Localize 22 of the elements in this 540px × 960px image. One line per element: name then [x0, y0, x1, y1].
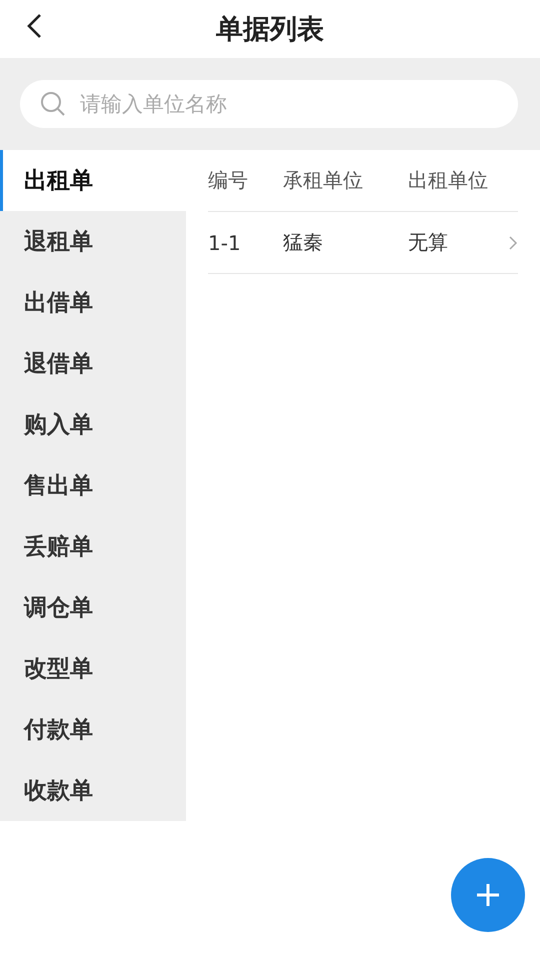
sidebar-item[interactable]: 退借单 [0, 333, 186, 394]
table-cell-text: 猛秦 [283, 229, 324, 256]
search-field[interactable]: 请输入单位名称 [20, 80, 518, 128]
sidebar-item[interactable]: 退租单 [0, 211, 186, 272]
sidebar-item[interactable]: 改型单 [0, 638, 186, 699]
chevron-right-icon[interactable] [508, 234, 518, 250]
sidebar-item[interactable]: 购入单 [0, 394, 186, 455]
column-header: 编号 [208, 167, 249, 194]
sidebar-item[interactable]: 售出单 [0, 455, 186, 516]
back-icon[interactable] [26, 13, 42, 39]
sidebar-item[interactable]: 出借单 [0, 272, 186, 333]
sidebar-item[interactable]: 出租单 [0, 150, 186, 211]
table-cell-text: 无算 [408, 229, 449, 256]
page-title: 单据列表 [216, 13, 324, 47]
table-cell-text: 1-1 [208, 230, 242, 254]
sidebar-item[interactable]: 付款单 [0, 699, 186, 760]
column-header: 出租单位 [408, 167, 489, 194]
column-header: 承租单位 [283, 167, 364, 194]
sidebar-item[interactable]: 调仓单 [0, 577, 186, 638]
plus-icon [475, 882, 501, 908]
sidebar-item[interactable]: 丢赔单 [0, 516, 186, 577]
sidebar-item[interactable]: 收款单 [0, 760, 186, 821]
